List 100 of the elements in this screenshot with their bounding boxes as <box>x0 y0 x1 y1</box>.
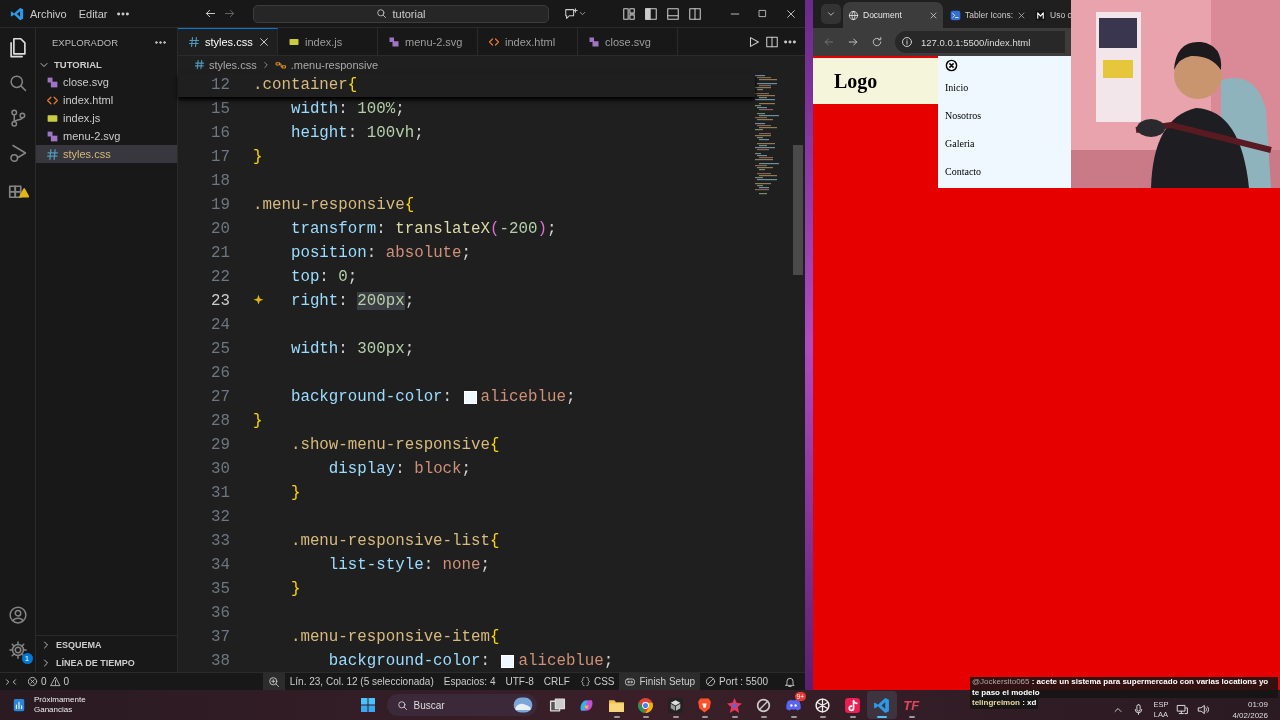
zoom-icon[interactable] <box>267 675 280 688</box>
chat-message: @Jockersito065 : acete un sistema para supermercado con varias locations yo te paso el modelo <box>970 677 1278 698</box>
line-number: 29 <box>210 436 230 454</box>
folder-row[interactable]: TUTORIAL <box>36 56 177 73</box>
line-number: 34 <box>210 556 230 574</box>
sidebar-toggle-icon <box>643 6 658 21</box>
code-line: list-style: none; <box>327 556 490 574</box>
css-file-icon <box>46 147 59 161</box>
clock[interactable]: 01:09 4/02/2026 <box>1232 698 1268 720</box>
command-search-field[interactable]: tutorial <box>252 4 550 23</box>
warning-count[interactable]: 0 <box>63 676 70 687</box>
ring-app-icon <box>755 696 773 714</box>
line-number: 15 <box>210 100 230 118</box>
line-number: 33 <box>210 532 230 550</box>
network-icon[interactable] <box>1176 703 1190 716</box>
line-ending-status[interactable]: CRLF <box>538 673 575 690</box>
section-header[interactable]: LÍNEA DE TIEMPO <box>36 654 177 672</box>
browser-tab[interactable]: Tabler Icons: <box>945 2 1029 28</box>
encoding-status[interactable]: UTF-8 <box>500 673 539 690</box>
taskbar-search-field[interactable]: Buscar <box>386 694 537 716</box>
windows-start-icon <box>359 697 376 713</box>
file-item[interactable]: index.html <box>36 91 177 109</box>
port-button[interactable]: Port : 5500 <box>700 673 773 690</box>
chat-message: telingreimon : xd <box>970 698 1039 709</box>
code-line: position: absolute; <box>289 244 472 262</box>
svg-file-icon <box>46 75 59 89</box>
layout-icon <box>621 6 636 21</box>
code-line: } <box>252 148 263 166</box>
volume-icon[interactable] <box>1197 703 1211 716</box>
menu-link[interactable]: Inicio <box>945 74 969 102</box>
menu-item[interactable]: Archivo <box>24 4 73 23</box>
editor-tab[interactable]: styles.css <box>178 28 278 55</box>
task-view-icon <box>548 696 566 714</box>
language-mode[interactable]: CSS <box>593 676 615 687</box>
close-icon[interactable] <box>257 36 270 48</box>
widget-subtitle[interactable]: Ganancias <box>34 705 86 715</box>
bell-icon[interactable] <box>784 675 796 688</box>
menu-link[interactable]: Contacto <box>945 158 982 186</box>
menu-link[interactable]: Nosotros <box>945 102 982 130</box>
line-number: 12 <box>210 76 230 94</box>
menu-link[interactable]: Galeria <box>945 130 975 158</box>
close-icon[interactable] <box>945 59 958 72</box>
code-line: width: 100%; <box>289 100 405 118</box>
section-header[interactable]: ESQUEMA <box>36 636 177 654</box>
arrow-left-icon <box>203 7 217 20</box>
file-item[interactable]: styles.css <box>36 145 177 163</box>
chrome-icon <box>637 696 655 714</box>
run-icon[interactable] <box>747 34 761 49</box>
code-line: background-color: aliceblue; <box>289 388 576 406</box>
svg-file-icon <box>588 36 600 48</box>
code-line: display: block; <box>327 460 472 478</box>
split-editor-icon[interactable] <box>765 34 779 49</box>
info-icon[interactable] <box>901 36 913 48</box>
m-logo-icon <box>1035 9 1046 21</box>
line-number: 17 <box>210 148 230 166</box>
line-number: 32 <box>210 508 230 526</box>
close-icon <box>784 7 797 20</box>
color-swatch[interactable] <box>463 390 477 404</box>
line-number: 36 <box>210 604 230 622</box>
scrollbar-thumb[interactable] <box>793 145 803 275</box>
port-icon <box>705 676 717 687</box>
vscode-logo-icon <box>10 6 24 21</box>
forward-icon[interactable] <box>847 36 859 48</box>
file-item[interactable]: index.js <box>36 109 177 127</box>
taskbar-app[interactable]: TF <box>896 691 926 719</box>
address-bar[interactable]: 127.0.0.1:5500/index.html <box>895 31 1065 53</box>
settings-icon[interactable] <box>7 640 28 660</box>
chat-icon <box>564 6 579 21</box>
menu-item[interactable]: Editar <box>72 4 114 23</box>
line-number: 30 <box>210 460 230 478</box>
browser-tab[interactable]: Document <box>843 2 943 28</box>
star-app-icon <box>725 696 743 714</box>
js-file-icon <box>288 36 300 48</box>
line-number: 22 <box>210 268 230 286</box>
account-icon[interactable] <box>7 605 28 625</box>
panel-toggle-icon <box>665 6 680 21</box>
color-swatch[interactable] <box>501 654 515 668</box>
file-item[interactable]: close.svg <box>36 73 177 91</box>
search-icon[interactable] <box>7 73 28 93</box>
breadcrumb-item[interactable]: .menu-responsive <box>290 58 379 71</box>
line-number: 20 <box>210 220 230 238</box>
maximize-icon <box>757 8 769 19</box>
line-number: 27 <box>210 388 230 406</box>
search-icon <box>376 8 388 19</box>
file-item[interactable]: menu-2.svg <box>36 127 177 145</box>
run-debug-icon[interactable] <box>7 143 28 163</box>
breadcrumb-item[interactable]: styles.css <box>209 58 257 71</box>
code-line: .show-menu-responsive{ <box>289 436 500 454</box>
line-number: 37 <box>210 628 230 646</box>
cursor-position[interactable]: Lín. 23, Col. 12 (5 seleccionada) <box>284 673 439 690</box>
error-count[interactable]: 0 <box>41 676 47 687</box>
line-number: 38 <box>210 652 230 670</box>
browser-tab[interactable]: Uso c <box>1031 2 1071 28</box>
sparkle-icon[interactable] <box>252 294 265 307</box>
finish-setup-button[interactable]: Finish Setup <box>619 673 701 690</box>
landscape-icon <box>512 695 533 715</box>
indentation-status[interactable]: Espacios: 4 <box>438 673 501 690</box>
reload-icon[interactable] <box>871 36 883 48</box>
line-number: 26 <box>210 364 230 382</box>
widget-title[interactable]: Próximamente <box>34 695 86 705</box>
